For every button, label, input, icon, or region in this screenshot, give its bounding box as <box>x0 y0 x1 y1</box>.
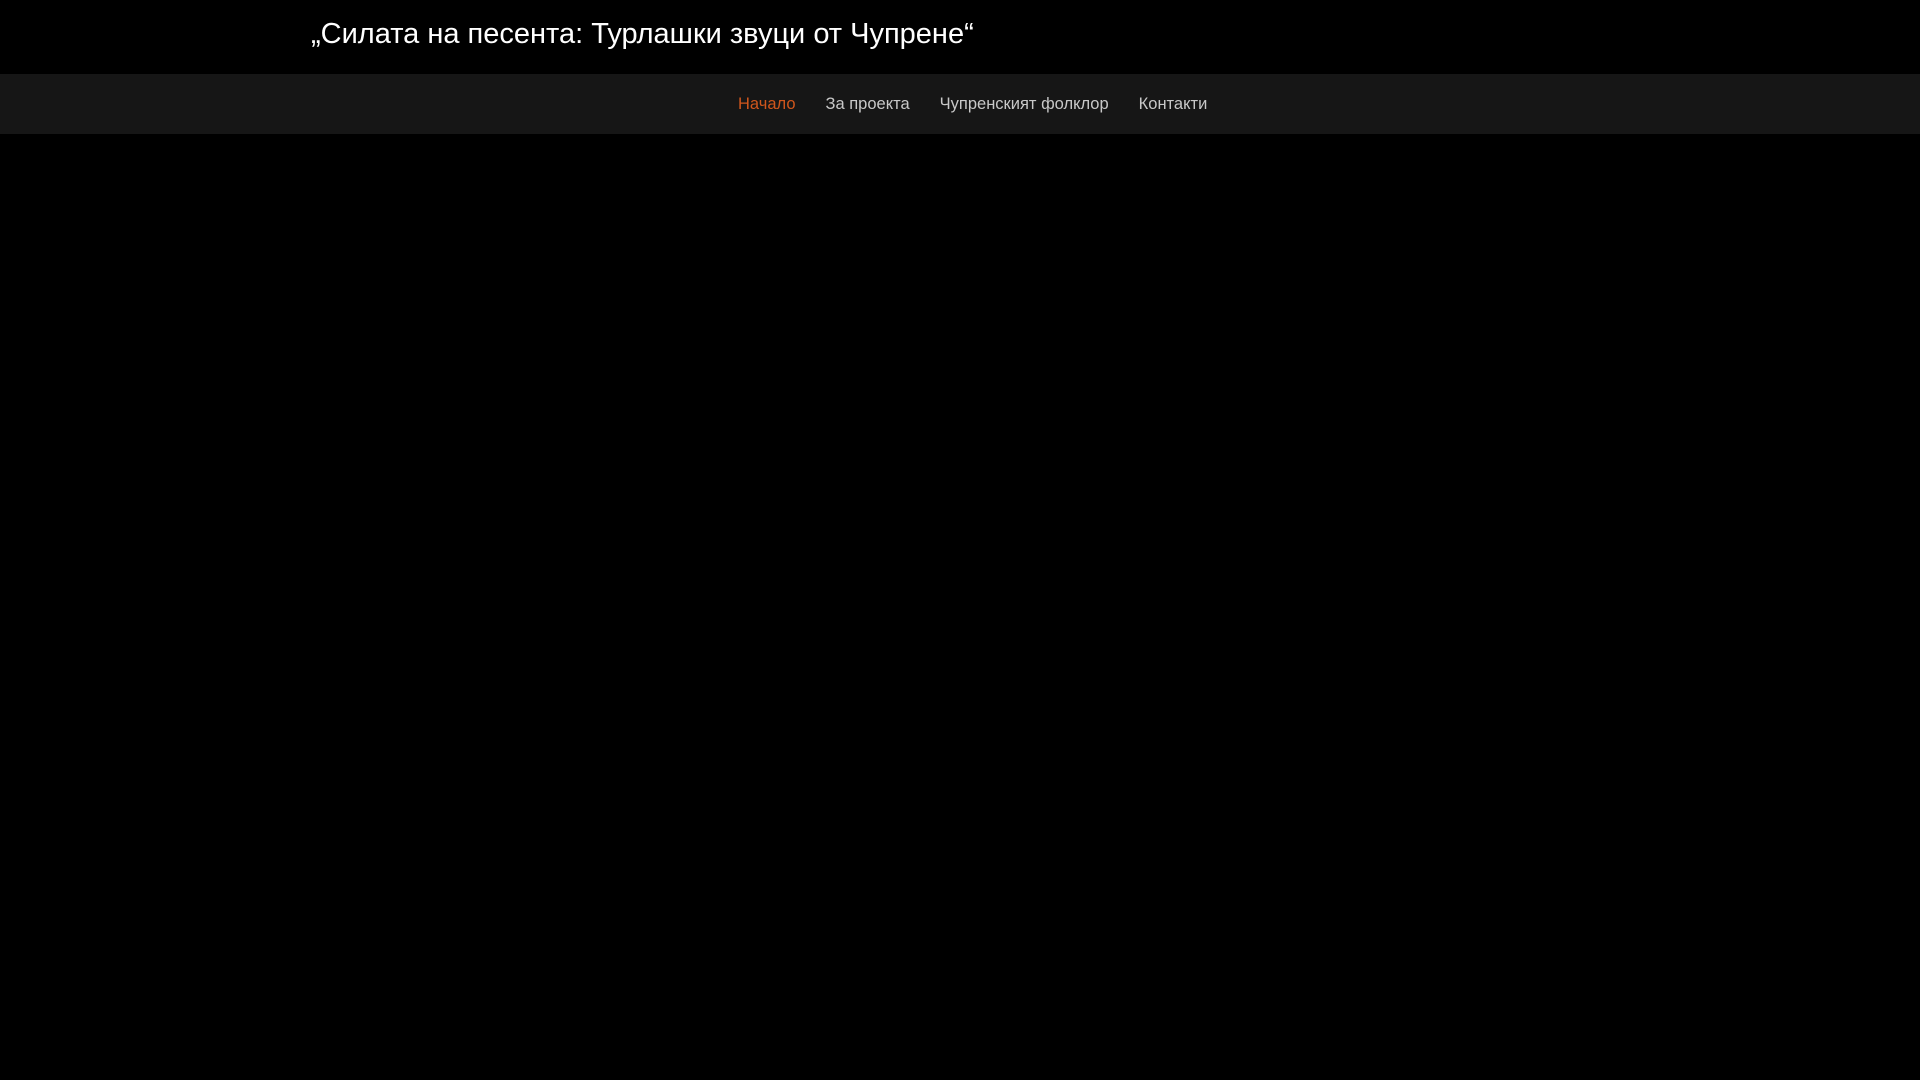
site-header: „Силата на песента: Турлашки звуци от Чу… <box>0 0 1920 74</box>
main-navigation: Начало За проекта Чупренският фолклор Ко… <box>0 74 1920 134</box>
nav-item-contacts[interactable]: Контакти <box>1139 95 1208 114</box>
nav-item-folklore[interactable]: Чупренският фолклор <box>940 95 1109 114</box>
site-title[interactable]: „Силата на песента: Турлашки звуци от Чу… <box>311 18 974 51</box>
nav-item-about-project[interactable]: За проекта <box>826 95 910 114</box>
nav-item-home[interactable]: Начало <box>738 95 796 114</box>
